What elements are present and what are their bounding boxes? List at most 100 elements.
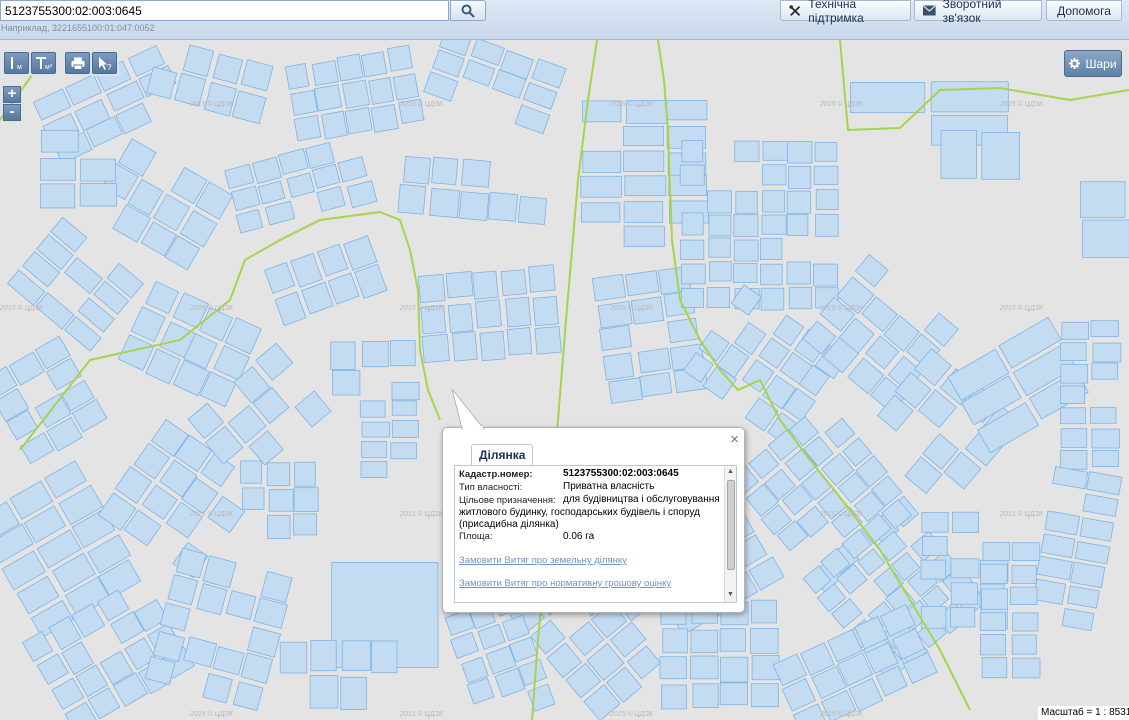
parcel <box>391 381 420 401</box>
parcel-info-popup: × Ділянка Кадастр.номер: 5123755300:02:0… <box>442 427 745 613</box>
parcel <box>1009 586 1038 605</box>
parcel <box>370 103 399 133</box>
parcel <box>708 237 731 258</box>
parcel <box>623 201 664 223</box>
parcel <box>320 110 348 140</box>
watermark: 2015 © ЦДЗК <box>819 510 864 518</box>
parcel <box>750 683 779 708</box>
parcel <box>598 324 632 352</box>
parcel <box>310 640 337 672</box>
parcel <box>623 150 665 172</box>
print-button[interactable] <box>65 52 90 74</box>
feedback-label: Зворотний зв'язок <box>942 0 1002 25</box>
close-icon[interactable]: × <box>730 431 739 448</box>
parcel <box>659 656 687 680</box>
parcel <box>580 175 622 198</box>
parcel <box>920 559 947 580</box>
parcel <box>368 77 395 105</box>
parcel <box>1080 181 1126 218</box>
cadastral-map[interactable]: 2015 © ЦДЗК 2015 © ЦДЗК 2015 © ЦДЗК 2015 © … <box>0 40 1129 720</box>
zoom-in-button[interactable]: + <box>3 86 21 103</box>
scroll-thumb[interactable] <box>727 480 735 570</box>
order-extract-link[interactable]: Замовити Витяг про земельну ділянку <box>459 555 627 566</box>
map-canvas[interactable]: 2015 © ЦДЗК 2015 © ЦДЗК 2015 © ЦДЗК 2015 © … <box>0 40 1129 720</box>
parcel <box>447 303 474 334</box>
parcel <box>1060 428 1088 448</box>
parcel <box>360 461 388 478</box>
parcel <box>458 191 490 221</box>
identify-button[interactable]: ? <box>92 52 117 74</box>
parcel <box>517 196 548 226</box>
parcel <box>292 513 317 536</box>
parcel <box>41 129 79 153</box>
parcel <box>667 317 699 344</box>
layers-button[interactable]: Шари <box>1064 50 1122 77</box>
parcel <box>625 270 660 297</box>
parcel <box>500 269 528 297</box>
parcel <box>591 273 627 302</box>
support-button[interactable]: Технічна підтримка <box>780 0 911 25</box>
parcel <box>390 339 416 367</box>
parcel <box>40 158 76 181</box>
measure-area-button[interactable]: м² <box>31 52 56 74</box>
search-input[interactable] <box>0 0 449 21</box>
cadastral-label: Кадастр.номер: <box>459 469 533 480</box>
svg-text:?: ? <box>107 63 112 71</box>
parcel <box>786 213 809 236</box>
parcel <box>532 295 559 327</box>
measure-tools: м м² <box>2 50 58 76</box>
parcel <box>1059 342 1087 362</box>
parcel <box>762 190 786 213</box>
watermark: 2015 © ЦДЗК <box>399 304 444 312</box>
parcel <box>979 612 1007 631</box>
measure-length-button[interactable]: м <box>4 52 29 74</box>
parcel <box>637 347 672 374</box>
parcel <box>950 582 978 605</box>
parcel <box>361 340 389 368</box>
watermark: 2015 © ЦДЗК <box>189 304 234 312</box>
parcel <box>786 261 811 285</box>
order-valuation-link[interactable]: Замовити Витяг про нормативну грошову оц… <box>459 578 671 589</box>
svg-text:м²: м² <box>45 64 53 71</box>
tab-parcel[interactable]: Ділянка <box>471 444 534 465</box>
parcel <box>813 263 839 287</box>
parcel <box>242 487 265 510</box>
parcel <box>344 106 373 135</box>
parcel <box>1061 321 1090 340</box>
parcel <box>391 400 417 416</box>
scroll-down-icon[interactable]: ▼ <box>727 591 734 598</box>
parcel <box>1011 542 1041 562</box>
parcel <box>950 558 980 579</box>
parcel <box>735 190 758 214</box>
parcel <box>623 225 665 248</box>
parcel <box>421 333 450 364</box>
feedback-button[interactable]: Зворотний зв'язок <box>914 0 1042 25</box>
parcel <box>331 369 361 396</box>
parcel <box>266 462 291 487</box>
parcel <box>293 487 319 513</box>
help-button[interactable]: Допомога <box>1046 0 1122 21</box>
popup-scrollbar[interactable]: ▲ ▼ <box>724 466 736 602</box>
parcel <box>402 155 432 185</box>
search-button[interactable] <box>450 0 486 21</box>
parcel <box>733 239 759 262</box>
print-info-tools: ? <box>63 50 119 76</box>
parcel <box>330 341 356 371</box>
watermark: 2015 © ЦДЗК <box>999 510 1044 518</box>
parcel <box>1060 407 1086 425</box>
scroll-up-icon[interactable]: ▲ <box>727 468 734 475</box>
envelope-icon <box>923 5 936 16</box>
parcel <box>981 657 1008 679</box>
parcel <box>294 461 316 487</box>
layers-label: Шари <box>1085 56 1117 71</box>
parcel <box>1059 450 1088 470</box>
parcel <box>720 656 749 683</box>
parcel <box>733 263 758 284</box>
parcel <box>690 629 719 654</box>
zoom-out-button[interactable]: - <box>3 104 21 121</box>
parcel <box>341 79 371 109</box>
parcel <box>719 682 749 706</box>
area-icon: м² <box>35 57 53 71</box>
parcel <box>681 263 706 285</box>
parcel <box>80 158 116 182</box>
